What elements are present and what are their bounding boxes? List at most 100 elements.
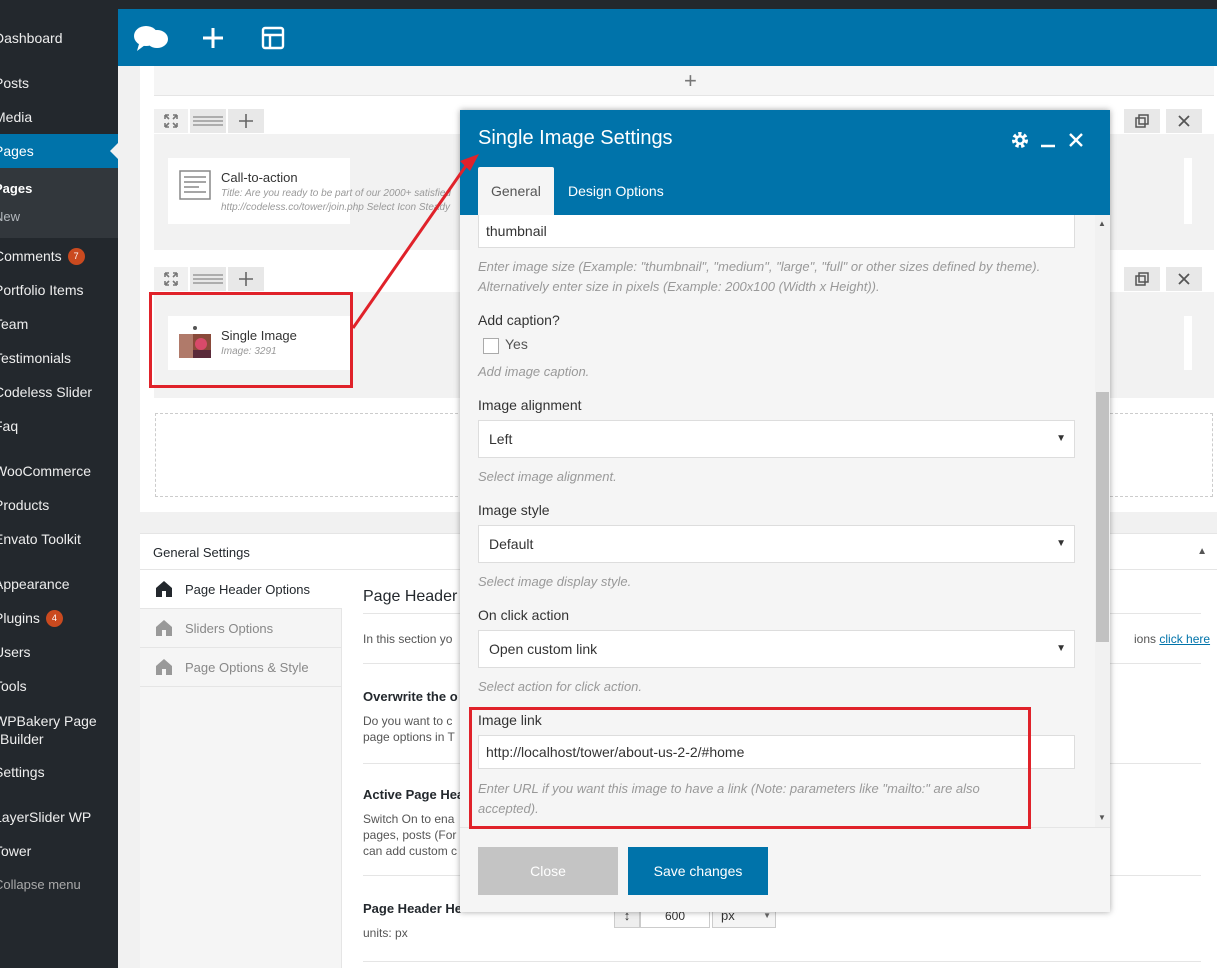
- sidebar-item-dashboard[interactable]: Dashboard: [0, 21, 118, 55]
- admin-sidebar: Dashboard Posts Media Pages Pages New Co…: [0, 0, 118, 968]
- modal-header: Single Image Settings General Design Opt…: [460, 110, 1110, 215]
- overwrite-text: Do you want to c: [363, 714, 453, 728]
- sidebar-item-testimonials[interactable]: Testimonials: [0, 341, 118, 375]
- nav-sliders-options[interactable]: Sliders Options: [140, 609, 342, 648]
- expand-icon[interactable]: [154, 109, 188, 133]
- drag-handle-icon[interactable]: [190, 267, 226, 291]
- sidebar-collapse-menu[interactable]: Collapse menu: [0, 868, 118, 902]
- sidebar-item-tools[interactable]: Tools: [0, 669, 118, 703]
- sidebar-subitem-label: New: [0, 209, 21, 224]
- element-description-line: http://codeless.co/tower/join.php Select…: [221, 202, 451, 213]
- expand-icon[interactable]: [154, 267, 188, 291]
- sidebar-item-label: Settings: [0, 764, 45, 780]
- templates-icon[interactable]: [254, 19, 292, 57]
- select-value: Default: [489, 536, 534, 552]
- sidebar-item-label: Tools: [0, 678, 27, 694]
- highlight-box-single-image: [149, 292, 353, 388]
- click-here-link[interactable]: click here: [1159, 632, 1210, 646]
- sidebar-subitem-label: Pages: [0, 181, 33, 196]
- tab-design-options[interactable]: Design Options: [555, 167, 677, 215]
- add-column-icon[interactable]: [228, 267, 264, 291]
- sidebar-item-codeless-slider[interactable]: Codeless Slider: [0, 375, 118, 409]
- save-changes-button[interactable]: Save changes: [628, 847, 768, 895]
- modal-window-controls: [1006, 128, 1090, 152]
- clone-row-icon[interactable]: [1124, 267, 1160, 291]
- sidebar-item-pages[interactable]: Pages: [0, 134, 118, 168]
- sidebar-item-faq[interactable]: Faq: [0, 409, 118, 443]
- sidebar-subitem-all-pages[interactable]: Pages: [0, 176, 118, 202]
- sidebar-item-woocommerce[interactable]: WooCommerce: [0, 454, 118, 488]
- chevron-down-icon: ▼: [1056, 538, 1066, 549]
- sidebar-item-settings[interactable]: Settings: [0, 755, 118, 789]
- sidebar-item-label: Portfolio Items: [0, 282, 84, 298]
- sidebar-item-media[interactable]: Media: [0, 100, 118, 134]
- image-size-input[interactable]: thumbnail: [478, 215, 1075, 248]
- add-row-plus-icon[interactable]: +: [684, 70, 697, 92]
- close-button[interactable]: Close: [478, 847, 618, 895]
- image-alignment-hint: Select image alignment.: [478, 469, 617, 484]
- admin-top-bar: [118, 0, 1217, 9]
- drag-handle-icon[interactable]: [190, 109, 226, 133]
- nav-label: Sliders Options: [185, 620, 274, 636]
- sidebar-subitem-add-new[interactable]: New: [0, 204, 118, 230]
- overwrite-text: page options in T: [363, 730, 455, 744]
- sidebar-item-team[interactable]: Team: [0, 307, 118, 341]
- add-column-icon[interactable]: [228, 109, 264, 133]
- sidebar-item-wpbakery[interactable]: WPBakery Page Builder: [0, 711, 118, 751]
- home-icon: [156, 581, 172, 597]
- gear-icon[interactable]: [1006, 128, 1034, 152]
- section-intro-end: ions click here: [1134, 631, 1210, 647]
- add-row-strip[interactable]: +: [154, 66, 1214, 96]
- modal-title: Single Image Settings: [478, 127, 673, 149]
- minimize-icon[interactable]: [1034, 128, 1062, 152]
- sidebar-item-plugins[interactable]: Plugins 4: [0, 601, 118, 635]
- call-to-action-icon: [179, 170, 211, 203]
- intro-suffix: ions: [1134, 632, 1157, 646]
- scrollbar-thumb[interactable]: [1096, 392, 1109, 642]
- element-call-to-action[interactable]: Call-to-action Title: Are you ready to b…: [168, 158, 451, 224]
- image-alignment-label: Image alignment: [478, 397, 582, 413]
- row-controls: [154, 267, 266, 291]
- nav-page-header-options[interactable]: Page Header Options: [140, 570, 342, 609]
- sidebar-item-envato-toolkit[interactable]: Envato Toolkit: [0, 522, 118, 556]
- caption-checkbox[interactable]: [483, 338, 499, 354]
- nav-page-options-style[interactable]: Page Options & Style: [140, 648, 342, 687]
- sidebar-item-label: Pages: [0, 143, 34, 159]
- sidebar-item-label: WPBakery Page Builder: [0, 713, 97, 747]
- image-alignment-select[interactable]: Left ▼: [478, 420, 1075, 458]
- image-style-select[interactable]: Default ▼: [478, 525, 1075, 563]
- modal-scrollbar[interactable]: ▲ ▼: [1095, 215, 1110, 827]
- plugins-count-badge: 4: [45, 610, 63, 627]
- sidebar-item-posts[interactable]: Posts: [0, 66, 118, 100]
- caption-hint: Add image caption.: [478, 364, 590, 379]
- add-element-icon[interactable]: [194, 19, 232, 57]
- collapse-arrow-icon[interactable]: ▲: [1197, 546, 1207, 557]
- on-click-action-select[interactable]: Open custom link ▼: [478, 630, 1075, 668]
- scroll-up-icon[interactable]: ▲: [1098, 219, 1106, 228]
- tab-general[interactable]: General: [478, 167, 554, 215]
- sidebar-item-label: Media: [0, 109, 33, 125]
- active-header-title: Active Page Hea: [363, 787, 465, 802]
- sidebar-item-tower[interactable]: Tower: [0, 834, 118, 868]
- image-style-label: Image style: [478, 502, 550, 518]
- delete-row-icon[interactable]: [1166, 267, 1202, 291]
- sidebar-item-users[interactable]: Users: [0, 635, 118, 669]
- scroll-down-icon[interactable]: ▼: [1098, 813, 1106, 822]
- sidebar-item-comments[interactable]: Comments 7: [0, 239, 118, 273]
- sidebar-item-layerslider[interactable]: LayerSlider WP: [0, 800, 118, 834]
- sidebar-item-portfolio[interactable]: Portfolio Items: [0, 273, 118, 307]
- sidebar-item-label: Dashboard: [0, 30, 63, 46]
- section-heading: Page Header: [363, 588, 458, 605]
- delete-row-icon[interactable]: [1166, 109, 1202, 133]
- nav-label: Page Header Options: [185, 581, 311, 597]
- sidebar-item-label: Tower: [0, 843, 32, 859]
- clone-row-icon[interactable]: [1124, 109, 1160, 133]
- general-settings-nav: Page Header Options Sliders Options Page…: [140, 570, 342, 968]
- sidebar-item-label: Products: [0, 497, 50, 513]
- divider: [363, 961, 1201, 962]
- select-value: Left: [489, 431, 513, 447]
- sidebar-item-appearance[interactable]: Appearance: [0, 567, 118, 601]
- nav-label: Page Options & Style: [185, 659, 309, 675]
- sidebar-item-products[interactable]: Products: [0, 488, 118, 522]
- close-icon[interactable]: [1062, 128, 1090, 152]
